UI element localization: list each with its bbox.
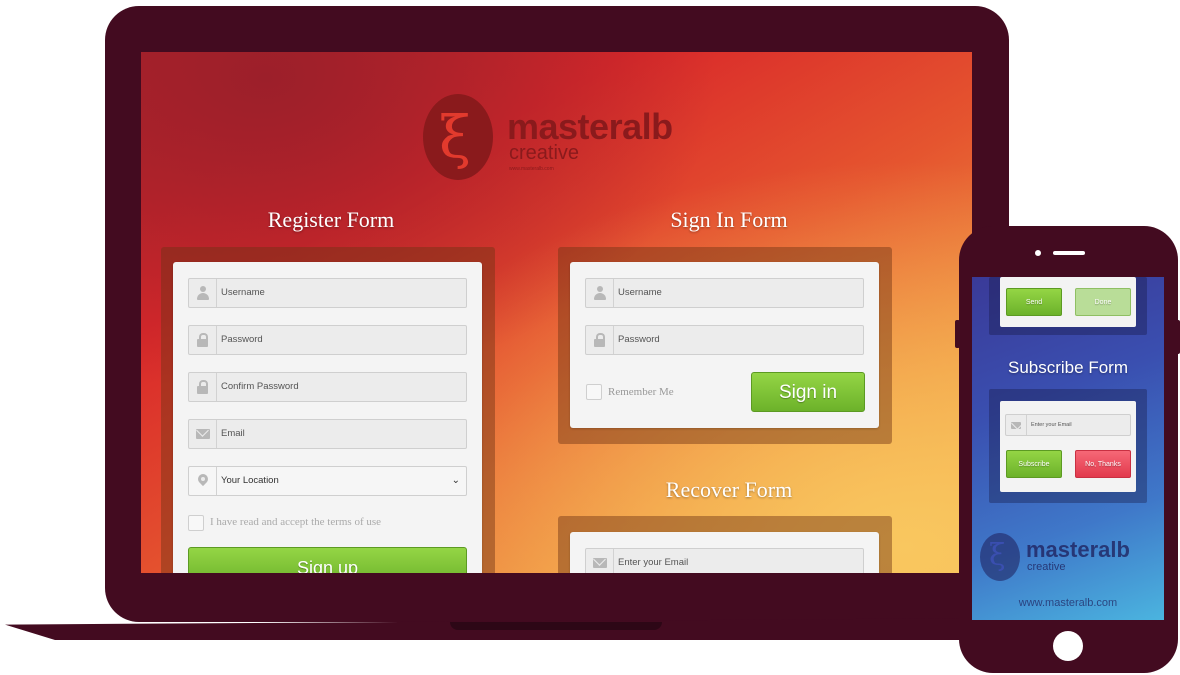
done-button[interactable]: Done (1075, 288, 1131, 316)
phone-logo-url: www.masteralb.com (1018, 597, 1118, 609)
signin-password-field[interactable]: Password (585, 325, 864, 355)
signin-username-field[interactable]: Username (585, 278, 864, 308)
remember-me-label: Remember Me (608, 386, 674, 398)
register-terms-checkbox[interactable] (188, 515, 204, 531)
register-username-field[interactable]: Username (188, 278, 467, 308)
register-email-field[interactable]: Email (188, 419, 467, 449)
logo-url: www.masteralb.com (509, 166, 554, 172)
subscribe-email-placeholder: Enter your Email (1031, 422, 1072, 428)
phone-home-button (1053, 631, 1083, 661)
laptop-notch (450, 622, 662, 630)
phone-logo-lizard-icon: ξ (989, 538, 1006, 573)
register-confirm-password-field[interactable]: Confirm Password (188, 372, 467, 402)
signin-username-placeholder: Username (618, 287, 662, 298)
register-confirm-password-placeholder: Confirm Password (221, 381, 299, 392)
phone-logo-subtitle: creative (1027, 561, 1066, 573)
laptop-screen: ξ masteralb creative www.masteralb.com R… (141, 52, 972, 573)
signin-form-card: Username Password Remember Me Sign in (570, 262, 879, 428)
recover-email-field[interactable]: Enter your Email (585, 548, 864, 573)
send-button[interactable]: Send (1006, 288, 1062, 316)
phone-screen: Send Done Subscribe Form Enter your Emai… (972, 277, 1164, 620)
register-password-field[interactable]: Password (188, 325, 467, 355)
register-password-placeholder: Password (221, 334, 263, 345)
register-location-select[interactable]: Your Location ⌄ (188, 466, 467, 496)
sign-in-button[interactable]: Sign in (751, 372, 865, 412)
location-pin-icon (189, 467, 217, 495)
register-form-card: Username Password Confirm Password Email… (173, 262, 482, 573)
phone-speaker (1053, 251, 1085, 255)
phone-logo-wordmark: masteralb (1026, 537, 1130, 562)
register-email-placeholder: Email (221, 428, 245, 439)
user-icon (586, 279, 614, 307)
lock-icon (189, 373, 217, 401)
lock-icon (189, 326, 217, 354)
phone-camera (1035, 250, 1041, 256)
phone-power-button (1175, 320, 1180, 354)
logo-lizard-icon: ξ (439, 103, 471, 171)
register-location-value: Your Location (221, 475, 279, 486)
remember-me-checkbox[interactable] (586, 384, 602, 400)
recover-email-placeholder: Enter your Email (618, 557, 689, 568)
mail-icon (1006, 415, 1027, 435)
register-username-placeholder: Username (221, 287, 265, 298)
register-form-title: Register Form (267, 207, 395, 232)
mail-icon (586, 549, 614, 573)
recover-form-title: Recover Form (665, 477, 793, 502)
lock-icon (586, 326, 614, 354)
mail-icon (189, 420, 217, 448)
subscribe-form-card: Enter your Email Subscribe No, Thanks (1000, 401, 1136, 492)
phone-top-form-card: Send Done (1000, 277, 1136, 327)
chevron-down-icon: ⌄ (451, 475, 460, 486)
subscribe-button[interactable]: Subscribe (1006, 450, 1062, 478)
register-terms-label: I have read and accept the terms of use (210, 516, 382, 528)
phone-volume-button (955, 320, 960, 348)
brand-logo: ξ masteralb creative www.masteralb.com (423, 94, 693, 184)
signin-password-placeholder: Password (618, 334, 660, 345)
recover-form-card: Enter your Email (570, 532, 879, 573)
sign-up-button[interactable]: Sign up (188, 547, 467, 573)
subscribe-email-field[interactable]: Enter your Email (1005, 414, 1131, 436)
subscribe-form-title: Subscribe Form (1008, 358, 1128, 377)
user-icon (189, 279, 217, 307)
no-thanks-button[interactable]: No, Thanks (1075, 450, 1131, 478)
logo-subtitle: creative (509, 142, 580, 164)
signin-form-title: Sign In Form (670, 207, 788, 232)
